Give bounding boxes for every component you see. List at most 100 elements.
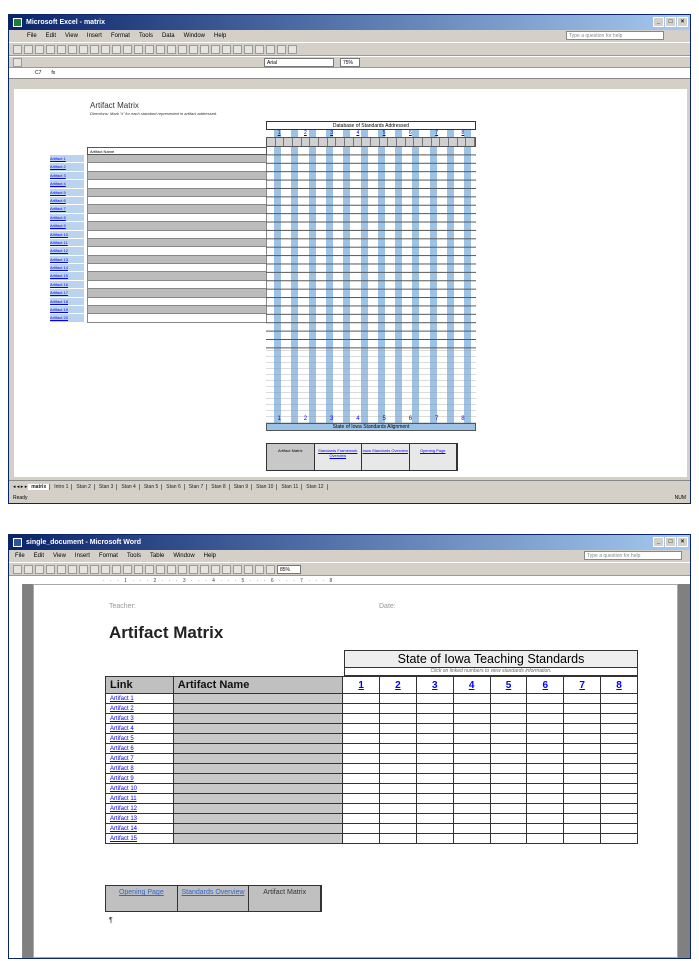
standard-check-cell[interactable] (489, 813, 528, 824)
toolbar-button-icon[interactable] (35, 44, 44, 54)
standard-check-cell[interactable] (489, 803, 528, 814)
artifact-name-cell[interactable] (87, 163, 267, 172)
standard-check-cell[interactable] (379, 773, 417, 784)
standard-check-cell[interactable] (563, 793, 602, 804)
font-icon[interactable] (13, 57, 22, 67)
standard-link-2[interactable]: 2 (379, 676, 417, 694)
standard-check-cell[interactable] (415, 723, 454, 734)
standard-check-cell[interactable] (563, 773, 602, 784)
artifact-link[interactable]: Artifact 10 (50, 230, 84, 239)
artifact-name-cell[interactable] (87, 188, 267, 197)
standard-check-cell[interactable] (563, 723, 602, 734)
artifact-link[interactable]: Artifact 14 (105, 823, 174, 834)
standard-check-cell[interactable] (452, 743, 491, 754)
sheet-tab[interactable]: Stan 6 (163, 484, 185, 490)
standard-check-cell[interactable] (452, 713, 491, 724)
toolbar-button-icon[interactable] (189, 44, 198, 54)
artifact-name-cell[interactable] (87, 196, 267, 206)
artifact-name-cell[interactable] (172, 723, 344, 734)
standard-check-cell[interactable] (489, 743, 528, 754)
toolbar-button-icon[interactable] (90, 44, 99, 54)
standard-check-cell[interactable] (342, 783, 381, 794)
standard-check-cell[interactable] (415, 733, 454, 744)
artifact-name-cell[interactable] (172, 693, 344, 704)
standard-check-cell[interactable] (563, 703, 602, 714)
standard-link-3[interactable]: 3 (330, 130, 333, 137)
sheet-nav-item[interactable]: Standards Framework Overview (314, 444, 362, 470)
standard-check-cell[interactable] (415, 813, 454, 824)
standard-check-cell[interactable] (600, 733, 638, 744)
standard-check-cell[interactable] (415, 743, 454, 754)
standard-check-cell[interactable] (563, 753, 602, 764)
menu-help[interactable]: Help (214, 33, 226, 39)
standard-link-3[interactable]: 3 (415, 676, 454, 694)
formula-bar[interactable]: C7 fx (9, 68, 690, 79)
standard-link-8[interactable]: 8 (600, 676, 638, 694)
standard-link-5[interactable]: 5 (383, 130, 386, 137)
standard-check-cell[interactable] (452, 693, 491, 704)
standard-check-cell[interactable] (489, 713, 528, 724)
toolbar-button-icon[interactable] (189, 564, 198, 574)
menu-format[interactable]: Format (111, 33, 130, 39)
toolbar-button-icon[interactable] (255, 564, 264, 574)
artifact-link[interactable]: Artifact 3 (105, 713, 174, 724)
spreadsheet-grid[interactable]: Artifact Matrix Directions: Mark 'X' for… (14, 89, 687, 477)
standard-check-cell[interactable] (600, 833, 638, 844)
standard-check-cell[interactable] (452, 823, 491, 834)
sheet-tab[interactable]: Stan 12 (303, 484, 328, 490)
vertical-ruler[interactable] (9, 584, 23, 958)
artifact-link[interactable]: Artifact 16 (50, 280, 84, 290)
standards-grid[interactable] (266, 147, 476, 349)
standard-check-cell[interactable] (342, 793, 381, 804)
excel-help-search[interactable]: Type a question for help (566, 31, 664, 40)
standard-check-cell[interactable] (526, 703, 565, 714)
toolbar-button-icon[interactable] (288, 44, 297, 54)
sheet-nav-item[interactable]: Iowa Standards Overview (362, 444, 410, 470)
artifact-name-cell[interactable] (87, 230, 267, 239)
toolbar-button-icon[interactable] (255, 44, 264, 54)
artifact-link[interactable]: Artifact 9 (50, 222, 84, 231)
toolbar-button-icon[interactable] (244, 44, 253, 54)
standard-check-cell[interactable] (452, 783, 491, 794)
artifact-link[interactable]: Artifact 6 (50, 196, 84, 206)
standard-check-cell[interactable] (600, 703, 638, 714)
artifact-link[interactable]: Artifact 10 (105, 783, 174, 794)
standard-check-cell[interactable] (452, 703, 491, 714)
artifact-name-cell[interactable] (172, 823, 344, 834)
toolbar-button-icon[interactable] (134, 44, 143, 54)
artifact-name-cell[interactable] (87, 297, 267, 307)
toolbar-button-icon[interactable] (13, 44, 22, 54)
minimize-icon[interactable]: _ (653, 17, 664, 27)
menu-window[interactable]: Window (184, 33, 205, 39)
standard-check-cell[interactable] (489, 733, 528, 744)
artifact-link[interactable]: Artifact 2 (105, 703, 174, 714)
toolbar-button-icon[interactable] (35, 564, 44, 574)
standard-check-cell[interactable] (600, 713, 638, 724)
standard-check-cell[interactable] (452, 793, 491, 804)
standard-check-cell[interactable] (526, 813, 565, 824)
toolbar-button-icon[interactable] (112, 564, 121, 574)
standard-check-cell[interactable] (526, 743, 565, 754)
standard-check-cell[interactable] (379, 703, 417, 714)
standard-check-cell[interactable] (452, 753, 491, 764)
standard-check-cell[interactable] (379, 713, 417, 724)
sheet-tab[interactable]: Stan 3 (96, 484, 118, 490)
toolbar-button-icon[interactable] (46, 44, 55, 54)
toolbar-button-icon[interactable] (200, 44, 209, 54)
standard-check-cell[interactable] (379, 743, 417, 754)
artifact-link[interactable]: Artifact 4 (105, 723, 174, 734)
maximize-icon[interactable]: □ (665, 17, 676, 27)
toolbar-button-icon[interactable] (90, 564, 99, 574)
artifact-name-cell[interactable] (87, 238, 267, 248)
minimize-icon[interactable]: _ (653, 537, 664, 547)
standard-check-cell[interactable] (600, 803, 638, 814)
artifact-name-cell[interactable] (87, 272, 267, 281)
artifact-link[interactable]: Artifact 9 (105, 773, 174, 784)
standard-check-cell[interactable] (600, 763, 638, 774)
standard-check-cell[interactable] (489, 703, 528, 714)
artifact-name-cell[interactable] (172, 833, 344, 844)
artifact-link[interactable]: Artifact 8 (105, 763, 174, 774)
font-select[interactable]: Arial (264, 57, 334, 67)
toolbar-button-icon[interactable] (233, 44, 242, 54)
standard-check-cell[interactable] (600, 823, 638, 834)
